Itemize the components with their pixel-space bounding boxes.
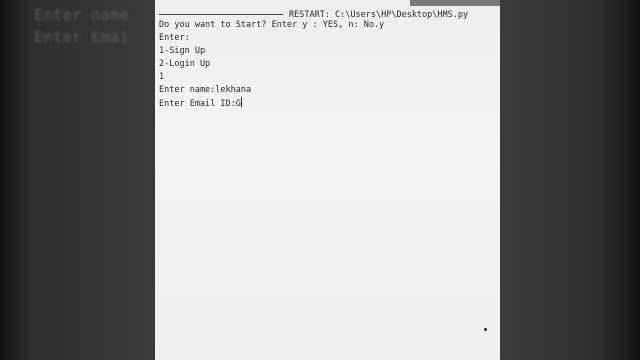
- shell-line: 1: [159, 72, 165, 82]
- shell-line: 1-Sign Up: [159, 46, 206, 56]
- mouse-pointer: [484, 328, 487, 331]
- python-shell-window: RESTART: C:\Users\HP\Desktop\HMS.py Do y…: [155, 0, 500, 360]
- shell-output[interactable]: Do you want to Start? Enter y : YES, n: …: [159, 19, 494, 110]
- text-cursor: [240, 97, 242, 107]
- ghost-text-line: Enter Emai: [34, 28, 130, 46]
- email-input-line[interactable]: Enter Email ID:G: [159, 97, 494, 110]
- restart-rule: [159, 14, 283, 15]
- shell-line: Enter name:lekhana: [159, 85, 252, 95]
- window-edge: [410, 0, 500, 6]
- shell-line: Do you want to Start? Enter y : YES, n: …: [159, 20, 385, 30]
- video-side-right: [500, 0, 640, 360]
- video-side-left: Enter name Enter Emai: [0, 0, 155, 360]
- ghost-text-line: Enter name: [34, 6, 130, 24]
- shell-line: Enter:: [159, 33, 190, 43]
- shell-line: 2-Login Up: [159, 59, 211, 69]
- email-prompt: Enter Email ID:: [159, 99, 236, 109]
